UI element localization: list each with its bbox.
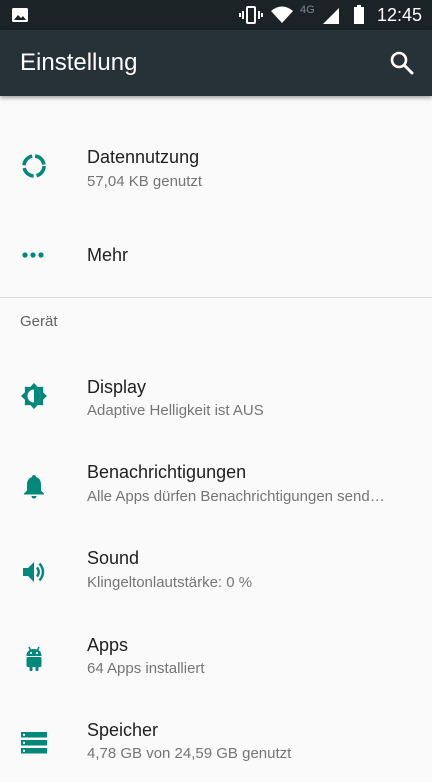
battery-icon [354, 5, 364, 24]
vibrate-icon [239, 6, 263, 24]
item-title: Datennutzung [87, 147, 200, 167]
bell-icon [24, 475, 44, 499]
settings-item-notifications[interactable]: Benachrichtigungen Alle Apps dürfen Bena… [0, 444, 432, 530]
item-subtitle: 57,04 KB genutzt [87, 173, 203, 190]
section-header-device: Gerät [20, 313, 58, 330]
volume-icon [23, 562, 45, 582]
item-title: Apps [87, 635, 129, 655]
status-bar: 4G 12:45 [0, 0, 432, 30]
settings-item-storage[interactable]: Speicher 4,78 GB von 24,59 GB genutzt [0, 702, 432, 782]
data-usage-icon [22, 154, 46, 178]
item-title: Display [87, 377, 147, 397]
brightness-icon [21, 383, 47, 409]
item-subtitle: Klingeltonlautstärke: 0 % [87, 574, 253, 591]
more-icon [22, 252, 44, 258]
item-title: Mehr [87, 245, 129, 265]
item-subtitle: 64 Apps installiert [87, 660, 205, 677]
network-type-label: 4G [300, 4, 315, 16]
settings-item-sound[interactable]: Sound Klingeltonlautstärke: 0 % [0, 530, 432, 616]
page-title: Einstellung [20, 49, 138, 76]
search-icon [390, 51, 414, 75]
item-subtitle: 4,78 GB von 24,59 GB genutzt [87, 745, 292, 762]
item-subtitle: Alle Apps dürfen Benachrichtigungen send… [87, 488, 385, 505]
item-subtitle: Adaptive Helligkeit ist AUS [87, 402, 264, 419]
app-bar: Einstellung [0, 30, 432, 96]
image-notification-icon [12, 8, 28, 22]
section-divider [0, 297, 432, 298]
settings-item-more[interactable]: Mehr [0, 218, 432, 292]
search-button[interactable] [386, 47, 418, 79]
item-title: Speicher [87, 720, 159, 740]
android-icon [26, 646, 42, 671]
settings-item-display[interactable]: Display Adaptive Helligkeit ist AUS [0, 358, 432, 444]
storage-icon [21, 732, 47, 754]
item-title: Sound [87, 548, 140, 568]
wifi-icon [271, 6, 293, 23]
cell-signal-icon [323, 8, 339, 24]
clock: 12:45 [376, 5, 422, 25]
item-title: Benachrichtigungen [87, 462, 247, 482]
settings-item-data-usage[interactable]: Datennutzung 57,04 KB genutzt [0, 128, 432, 218]
settings-item-apps[interactable]: Apps 64 Apps installiert [0, 616, 432, 702]
